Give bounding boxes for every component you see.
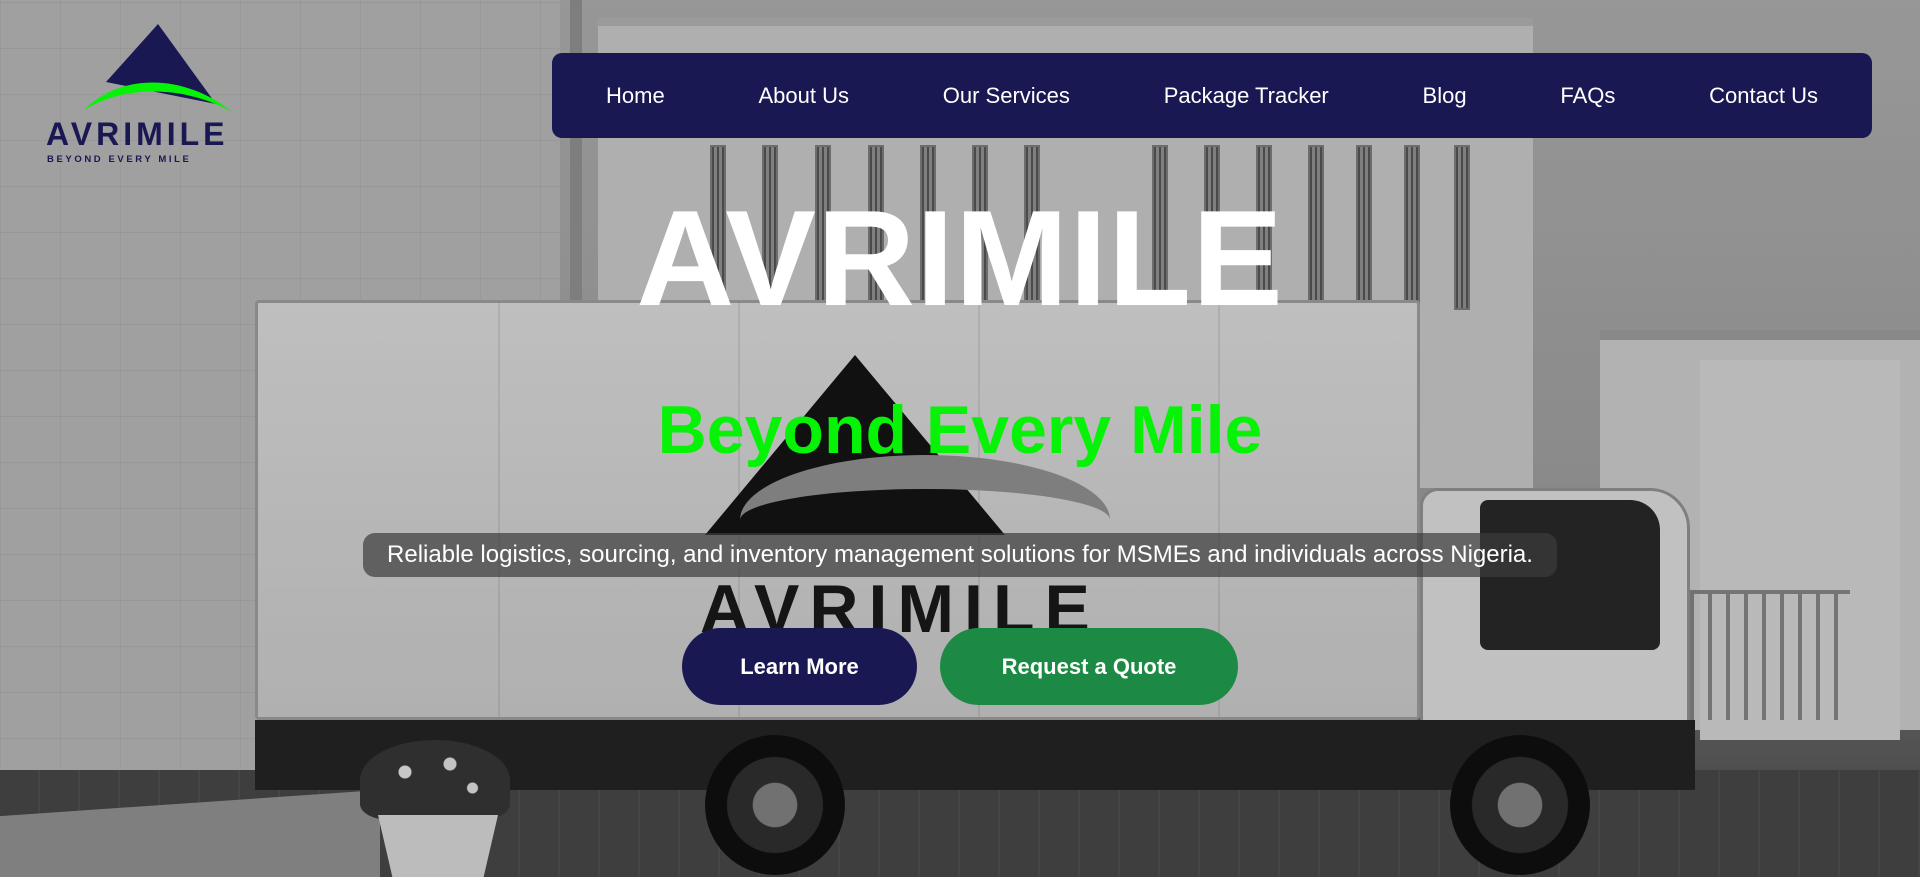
nav-link-blog[interactable]: Blog: [1423, 83, 1467, 109]
learn-more-button[interactable]: Learn More: [682, 628, 917, 705]
mountain-swoosh-logo-icon: [84, 24, 232, 112]
request-quote-button[interactable]: Request a Quote: [940, 628, 1238, 705]
nav-link-home[interactable]: Home: [606, 83, 665, 109]
main-navigation: Home About Us Our Services Package Track…: [552, 53, 1872, 138]
hero-title: AVRIMILE: [636, 182, 1284, 334]
nav-link-our-services[interactable]: Our Services: [943, 83, 1070, 109]
nav-link-contact-us[interactable]: Contact Us: [1709, 83, 1818, 109]
hero-subtitle: Beyond Every Mile: [657, 392, 1263, 468]
nav-link-about-us[interactable]: About Us: [758, 83, 849, 109]
nav-link-faqs[interactable]: FAQs: [1560, 83, 1615, 109]
nav-link-package-tracker[interactable]: Package Tracker: [1164, 83, 1329, 109]
logo-name: AVRIMILE: [46, 116, 229, 152]
hero-description-container: Reliable logistics, sourcing, and invent…: [0, 533, 1920, 577]
hero-description: Reliable logistics, sourcing, and invent…: [363, 533, 1557, 577]
logo-tagline: BEYOND EVERY MILE: [47, 154, 192, 165]
site-logo[interactable]: AVRIMILE BEYOND EVERY MILE: [46, 24, 246, 165]
